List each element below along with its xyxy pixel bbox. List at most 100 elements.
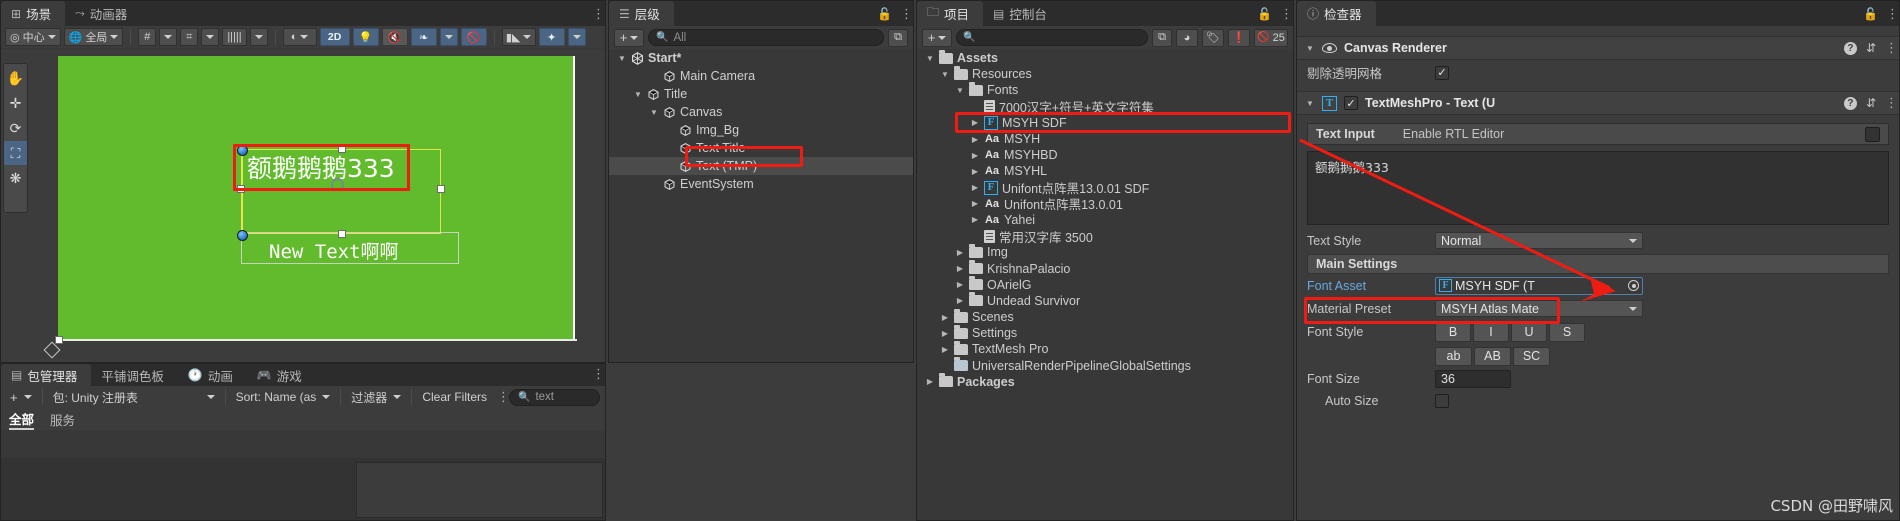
chevron-right-icon[interactable]: ▶ bbox=[955, 248, 965, 257]
resize-handle-bottom[interactable] bbox=[338, 230, 346, 238]
tab-console[interactable]: ▤ 控制台 bbox=[983, 1, 1061, 26]
chevron-right-icon[interactable]: ▶ bbox=[970, 199, 980, 208]
project-row[interactable]: ▶ TextMesh Pro bbox=[917, 340, 1293, 357]
hierarchy-row[interactable]: ▼ Title bbox=[609, 85, 913, 103]
magnet-snap-dropdown[interactable] bbox=[201, 28, 220, 46]
chevron-right-icon[interactable]: ▶ bbox=[955, 280, 965, 289]
chevron-right-icon[interactable]: ▶ bbox=[970, 118, 980, 127]
hierarchy-row[interactable]: Text (TMP) bbox=[609, 157, 913, 175]
project-row[interactable]: ▶ OArielG bbox=[917, 276, 1293, 293]
scene-menu-icon[interactable]: ⋮ bbox=[592, 7, 605, 20]
project-menu-icon[interactable]: ⋮ bbox=[1280, 7, 1293, 20]
hidden-count-badge[interactable]: 🚫 25 bbox=[1254, 28, 1288, 47]
cull-transparent-mesh-checkbox[interactable]: ✓ bbox=[1435, 65, 1449, 80]
tab-hierarchy[interactable]: ☰ 层级 bbox=[609, 1, 674, 26]
project-row[interactable]: ▼ Assets bbox=[917, 49, 1293, 66]
project-row[interactable]: ▶ Undead Survivor bbox=[917, 292, 1293, 309]
tab-package-manager[interactable]: ▤ 包管理器 bbox=[1, 364, 92, 386]
project-row[interactable]: ▶ Aa Unifont点阵黑13.0.01 bbox=[917, 196, 1293, 213]
component-menu-icon[interactable]: ⋮ bbox=[1885, 96, 1898, 109]
project-row[interactable]: ▶ KrishnaPalacio bbox=[917, 260, 1293, 276]
font-size-input[interactable]: 36 bbox=[1435, 370, 1511, 388]
toggle-visibility-button[interactable]: 🚫 bbox=[460, 28, 487, 46]
project-row[interactable]: ▶ Settings bbox=[917, 324, 1293, 341]
filter-by-type-button[interactable]: ◕ bbox=[1176, 28, 1198, 47]
toggle-lighting-button[interactable]: 💡 bbox=[352, 28, 379, 46]
chevron-right-icon[interactable]: ▶ bbox=[940, 313, 950, 322]
text-value-textarea[interactable]: 额鹅鹅鹅333 bbox=[1307, 151, 1889, 225]
grid-snap-button[interactable]: # bbox=[138, 28, 157, 46]
material-preset-dropdown[interactable]: MSYH Atlas Mate bbox=[1435, 300, 1643, 317]
chevron-right-icon[interactable]: ▶ bbox=[925, 377, 935, 386]
magnet-snap-button[interactable]: ⌗ bbox=[180, 28, 199, 46]
chevron-right-icon[interactable]: ▶ bbox=[955, 264, 965, 273]
tab-scene[interactable]: ⊞ 场景 bbox=[1, 1, 66, 26]
project-row[interactable]: ▶ Img bbox=[917, 243, 1293, 260]
package-manager-menu-icon[interactable]: ⋮ bbox=[592, 367, 605, 380]
smallcaps-button[interactable]: SC bbox=[1513, 346, 1550, 366]
package-overflow-menu-icon[interactable]: ⋮ bbox=[497, 390, 510, 403]
chevron-right-icon[interactable]: ▶ bbox=[970, 215, 980, 224]
chevron-down-icon[interactable]: ▼ bbox=[649, 108, 659, 117]
chevron-right-icon[interactable]: ▶ bbox=[970, 135, 980, 144]
subtab-services[interactable]: 服务 bbox=[50, 408, 75, 430]
ruler-snap-dropdown[interactable] bbox=[249, 28, 268, 46]
chevron-down-icon[interactable]: ▼ bbox=[633, 90, 643, 99]
project-save-search-button[interactable]: ⧉ bbox=[1152, 28, 1172, 47]
space-mode-button[interactable]: 🌐 全局 bbox=[63, 28, 124, 46]
package-sort-dropdown[interactable]: Sort: Name (as bbox=[232, 388, 335, 406]
project-row[interactable]: 常用汉字库 3500 bbox=[917, 228, 1293, 245]
scene-camera-button[interactable]: ▮◣ bbox=[501, 28, 536, 46]
shading-mode-button[interactable]: ◐ bbox=[282, 28, 317, 46]
italic-button[interactable]: I bbox=[1473, 322, 1509, 342]
project-row[interactable]: UniversalRenderPipelineGlobalSettings bbox=[917, 357, 1293, 374]
project-row[interactable]: 7000汉字+符号+英文字符集 bbox=[917, 99, 1293, 115]
package-scope-dropdown[interactable]: 包: Unity 注册表 bbox=[49, 388, 219, 406]
subtab-all[interactable]: 全部 bbox=[9, 408, 35, 430]
project-row[interactable]: ▼ Fonts bbox=[917, 81, 1293, 98]
transform-tool[interactable]: ❋ bbox=[4, 166, 27, 190]
hierarchy-expand-button[interactable]: ⧉ bbox=[888, 28, 908, 47]
hand-tool[interactable]: ✋ bbox=[4, 66, 27, 90]
toggle-audio-button[interactable]: 🔇 bbox=[381, 28, 408, 46]
clear-filters-button[interactable]: Clear Filters bbox=[418, 388, 491, 406]
chevron-down-icon[interactable]: ▼ bbox=[1305, 99, 1315, 108]
gizmos-dropdown-button[interactable] bbox=[567, 28, 586, 46]
package-filter-dropdown[interactable]: 过滤器 bbox=[347, 388, 405, 406]
hierarchy-row[interactable]: ▼ Canvas bbox=[609, 103, 913, 121]
hierarchy-search-input[interactable]: 🔍 All bbox=[648, 29, 884, 46]
chevron-down-icon[interactable]: ▼ bbox=[940, 70, 950, 79]
package-add-button[interactable]: + bbox=[6, 388, 36, 406]
hierarchy-row[interactable]: EventSystem bbox=[609, 175, 913, 193]
project-row[interactable]: ▶ F MSYH SDF bbox=[917, 115, 1293, 131]
gizmos-button[interactable]: ✦ bbox=[538, 28, 565, 46]
help-icon[interactable]: ? bbox=[1843, 96, 1857, 110]
hierarchy-add-button[interactable]: + bbox=[614, 28, 644, 47]
tab-game[interactable]: 🎮 游戏 bbox=[246, 364, 316, 386]
enable-rtl-checkbox[interactable] bbox=[1865, 126, 1880, 142]
resize-handle-right[interactable] bbox=[437, 185, 445, 193]
project-row[interactable]: ▶ Aa MSYHBD bbox=[917, 147, 1293, 163]
filter-by-label-button[interactable]: 🏷 bbox=[1202, 28, 1224, 47]
project-row[interactable]: ▼ Resources bbox=[917, 65, 1293, 82]
main-settings-section-header[interactable]: Main Settings bbox=[1307, 254, 1889, 274]
lock-icon[interactable]: 🔓 bbox=[877, 7, 892, 21]
object-picker-icon[interactable] bbox=[1628, 280, 1639, 291]
anchor-handle-bottom-left[interactable] bbox=[237, 230, 248, 241]
project-row[interactable]: ▶ Aa Yahei bbox=[917, 212, 1293, 228]
hierarchy-menu-icon[interactable]: ⋮ bbox=[900, 7, 913, 20]
chevron-right-icon[interactable]: ▶ bbox=[970, 167, 980, 176]
scene-viewport[interactable]: 额鹅鹅鹅333 New Text啊啊 bbox=[1, 49, 605, 362]
rotate-tool[interactable]: ⟳ bbox=[4, 116, 27, 140]
strikethrough-button[interactable]: S bbox=[1549, 322, 1585, 342]
hierarchy-row[interactable]: Text Title bbox=[609, 139, 913, 157]
fx-dropdown-button[interactable] bbox=[439, 28, 458, 46]
chevron-down-icon[interactable]: ▼ bbox=[925, 54, 935, 63]
ruler-snap-button[interactable]: ||||| bbox=[222, 28, 247, 46]
underline-button[interactable]: U bbox=[1511, 322, 1547, 342]
filter-warnings-button[interactable]: ❗ bbox=[1228, 28, 1250, 47]
chevron-down-icon[interactable]: ▼ bbox=[1305, 44, 1315, 53]
hierarchy-row[interactable]: Img_Bg bbox=[609, 121, 913, 139]
lowercase-button[interactable]: ab bbox=[1435, 346, 1472, 366]
component-header-canvas-renderer[interactable]: ▼ Canvas Renderer ? ⇵ ⋮ bbox=[1297, 36, 1899, 60]
